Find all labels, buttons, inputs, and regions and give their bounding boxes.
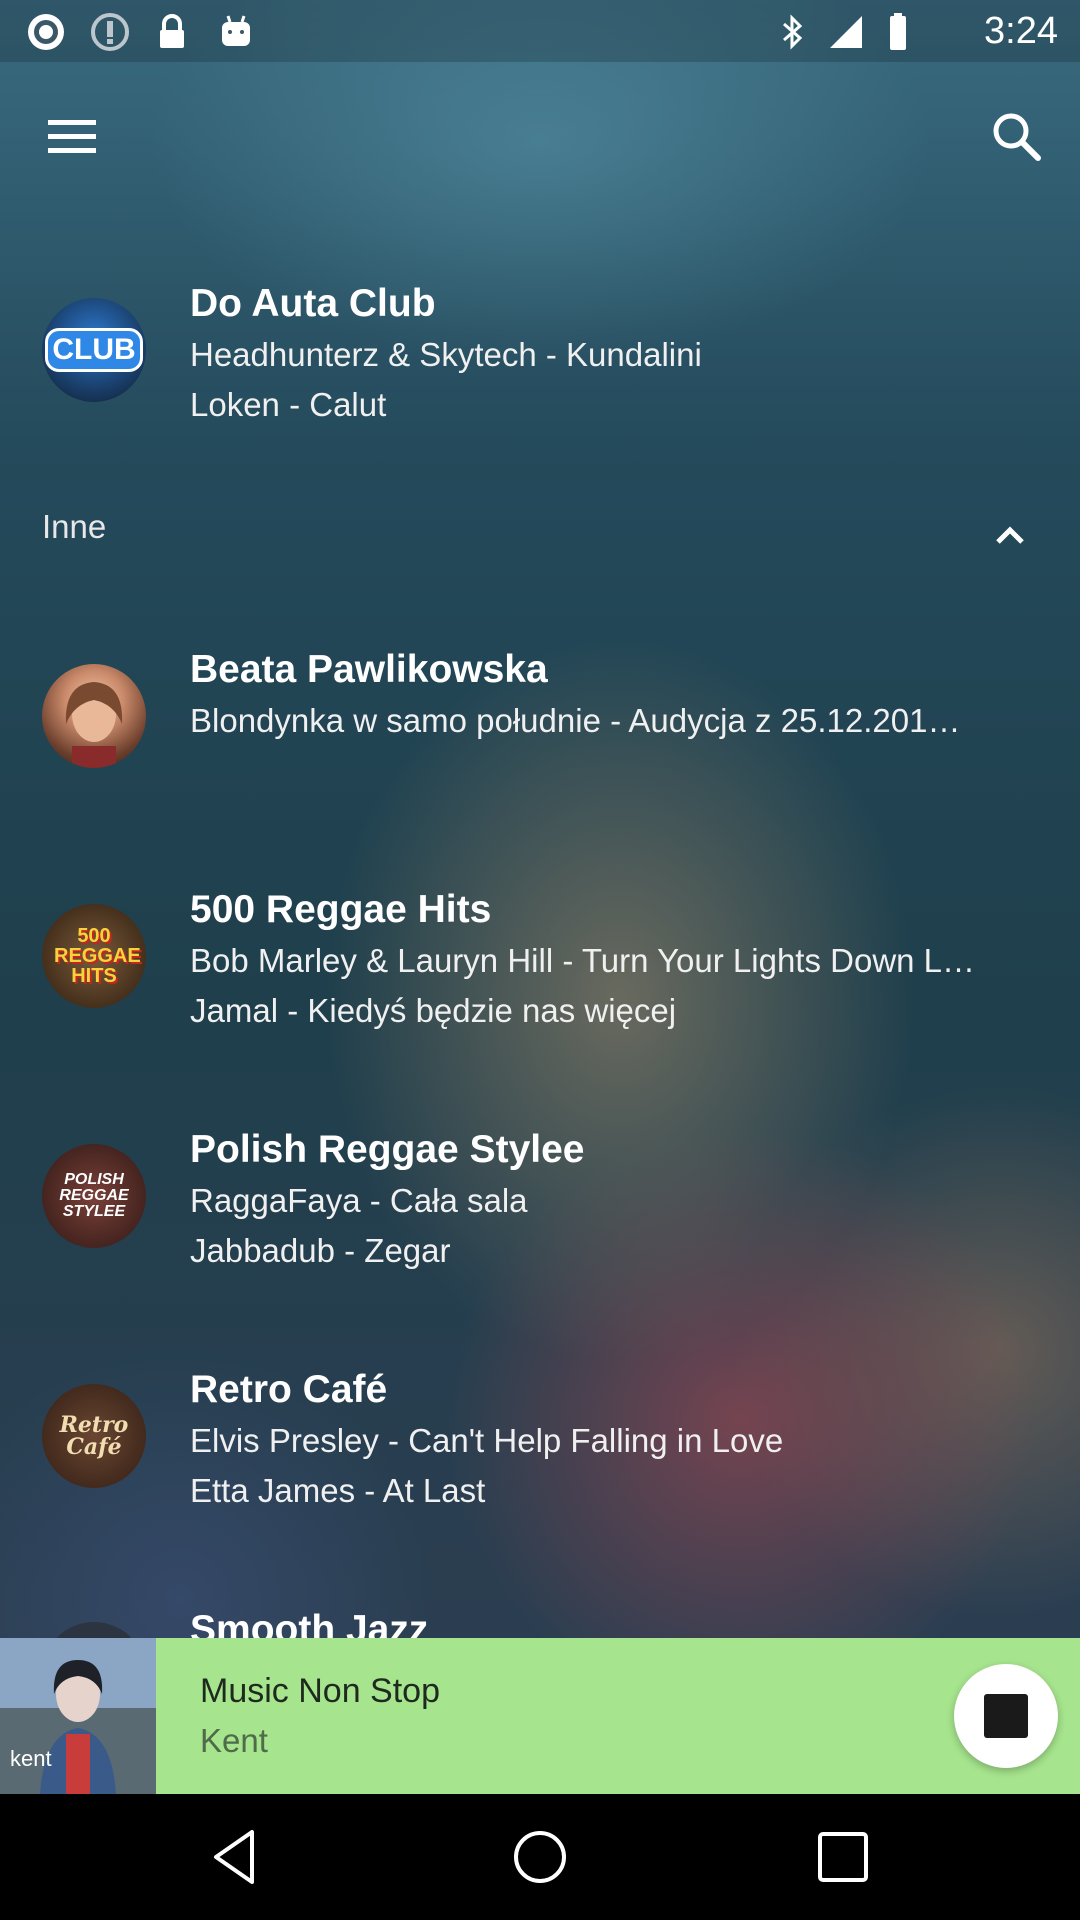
station-title: Smooth Jazz bbox=[190, 1608, 429, 1638]
stop-button[interactable] bbox=[954, 1664, 1058, 1768]
mini-player[interactable]: kent Music Non Stop Kent bbox=[0, 1638, 1080, 1794]
station-item-beata-pawlikowska[interactable]: Beata Pawlikowska Blondynka w samo połud… bbox=[0, 640, 1080, 800]
station-now-playing: Bob Marley & Lauryn Hill - Turn Your Lig… bbox=[190, 942, 976, 979]
download-paused-icon bbox=[91, 13, 129, 51]
search-icon[interactable] bbox=[984, 104, 1048, 168]
radio-icon bbox=[28, 14, 64, 50]
lock-icon bbox=[160, 14, 184, 48]
station-logo: POLISH REGGAE STYLEE bbox=[42, 1144, 146, 1248]
station-next-track: Jamal - Kiedyś będzie nas więcej bbox=[190, 992, 677, 1029]
station-title: 500 Reggae Hits bbox=[190, 888, 492, 931]
station-logo bbox=[42, 1622, 146, 1638]
player-subtitle: Kent bbox=[200, 1722, 268, 1759]
player-title: Music Non Stop bbox=[200, 1672, 440, 1710]
bluetooth-icon bbox=[783, 14, 803, 50]
logo-text: 500 REGGAE HITS bbox=[54, 925, 141, 987]
station-title: Polish Reggae Stylee bbox=[190, 1128, 585, 1171]
station-now-playing: Elvis Presley - Can't Help Falling in Lo… bbox=[190, 1422, 784, 1459]
station-item-retro-cafe[interactable]: Retro Café Retro Café Elvis Presley - Ca… bbox=[0, 1360, 1080, 1530]
station-item-500-reggae-hits[interactable]: 500 REGGAE HITS 500 Reggae Hits Bob Marl… bbox=[0, 880, 1080, 1050]
station-next-track: Etta James - At Last bbox=[190, 1472, 486, 1509]
logo-text: CLUB bbox=[45, 328, 143, 372]
recents-icon[interactable] bbox=[808, 1822, 878, 1892]
avatar-photo bbox=[65, 682, 123, 768]
logo-text: POLISH REGGAE STYLEE bbox=[59, 1171, 129, 1220]
section-label: Inne bbox=[42, 508, 107, 545]
station-now-playing: Headhunterz & Skytech - Kundalini bbox=[190, 336, 702, 373]
station-next-track: Loken - Calut bbox=[190, 386, 387, 423]
station-now-playing: Blondynka w samo południe - Audycja z 25… bbox=[190, 702, 961, 739]
navigation-bar bbox=[0, 1794, 1080, 1920]
station-item-polish-reggae-stylee[interactable]: POLISH REGGAE STYLEE Polish Reggae Style… bbox=[0, 1120, 1080, 1290]
station-now-playing: RaggaFaya - Cała sala bbox=[190, 1182, 528, 1219]
chevron-up-icon[interactable] bbox=[986, 514, 1034, 554]
battery-icon bbox=[890, 13, 906, 50]
back-icon[interactable] bbox=[202, 1822, 272, 1892]
menu-icon[interactable] bbox=[40, 104, 104, 168]
status-bar: 3:24 bbox=[0, 0, 1080, 62]
station-item-smooth-jazz[interactable]: Smooth Jazz bbox=[0, 1600, 1080, 1638]
station-logo bbox=[42, 664, 146, 768]
status-time: 3:24 bbox=[984, 10, 1058, 52]
station-next-track: Jabbadub - Zegar bbox=[190, 1232, 451, 1269]
station-logo: Retro Café bbox=[42, 1384, 146, 1488]
station-logo: 500 REGGAE HITS bbox=[42, 904, 146, 1008]
android-icon bbox=[222, 15, 250, 46]
station-title: Retro Café bbox=[190, 1368, 388, 1411]
album-text: kent bbox=[10, 1746, 52, 1771]
station-logo: CLUB bbox=[42, 298, 146, 402]
station-title: Do Auta Club bbox=[190, 282, 436, 325]
signal-icon bbox=[830, 16, 862, 48]
station-title: Beata Pawlikowska bbox=[190, 648, 548, 691]
stop-icon bbox=[984, 1694, 1028, 1738]
album-art: kent bbox=[0, 1638, 156, 1794]
station-item-do-auta-club[interactable]: CLUB Do Auta Club Headhunterz & Skytech … bbox=[0, 270, 1080, 440]
logo-text: Retro Café bbox=[59, 1412, 129, 1460]
home-icon[interactable] bbox=[505, 1822, 575, 1892]
